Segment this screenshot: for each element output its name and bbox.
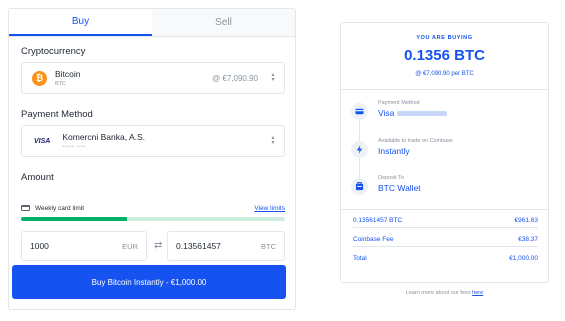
step-text: Payment Method Visa — [378, 100, 448, 118]
lightning-icon — [351, 141, 368, 158]
summary-row-fee: Coinbase Fee €38.37 — [353, 236, 538, 247]
order-summary-panel: YOU ARE BUYING 0.1356 BTC @ €7,090.90 pe… — [340, 22, 549, 283]
tab-sell[interactable]: Sell — [152, 9, 295, 36]
tab-buy[interactable]: Buy — [9, 9, 152, 36]
weekly-limit-label: Weekly card limit — [35, 204, 85, 212]
step-value: BTC Wallet — [378, 183, 421, 193]
amount-label: Amount — [21, 172, 54, 183]
divider — [341, 209, 548, 210]
fees-note-text: Learn more about our fees — [405, 290, 471, 296]
coin-symbol: BTC — [55, 81, 66, 87]
weekly-limit-row: Weekly card limit View limits — [21, 203, 285, 213]
row-label: 0.13561457 BTC — [353, 217, 403, 224]
summary-heading: YOU ARE BUYING — [416, 35, 473, 41]
bank-name: Komercni Banka, A.S. — [62, 132, 146, 142]
fiat-amount-value: 1000 — [30, 241, 49, 251]
cryptocurrency-select[interactable]: ₿ Bitcoin BTC @ €7,090.90 ▴ ▾ — [21, 62, 285, 94]
visa-icon: VISA — [34, 137, 51, 145]
crypto-amount-value: 0.13561457 — [176, 241, 221, 251]
cryptocurrency-label: Cryptocurrency — [21, 46, 86, 57]
tab-bar: Buy Sell — [9, 9, 295, 37]
fees-here-link[interactable]: here — [472, 290, 483, 296]
crypto-currency: BTC — [261, 241, 276, 251]
view-limits-link[interactable]: View limits — [254, 205, 285, 212]
chevron-updown-icon: ▴ ▾ — [271, 135, 275, 146]
step-label: Payment Method — [378, 100, 420, 106]
row-label: Coinbase Fee — [353, 236, 394, 243]
buy-bitcoin-button[interactable]: Buy Bitcoin Instantly - €1,000.00 — [12, 265, 286, 299]
row-value: €961.63 — [514, 217, 539, 224]
limit-progress-bar — [21, 217, 285, 221]
step-deposit-to: Deposit To BTC Wallet — [351, 175, 541, 195]
card-icon — [351, 103, 368, 120]
coin-info: Bitcoin BTC — [55, 69, 81, 87]
step-label: Deposit To — [378, 175, 404, 181]
bitcoin-icon: ₿ — [32, 70, 47, 86]
step-label: Available to trade on Coinbase — [378, 138, 453, 144]
summary-row-crypto: 0.13561457 BTC €961.63 — [353, 217, 538, 228]
summary-row-total: Total €1,000.00 — [353, 255, 538, 265]
step-payment-method: Payment Method Visa — [351, 100, 541, 120]
fiat-currency: EUR — [122, 241, 138, 251]
bank-account-masked: ••••• •••• — [62, 144, 87, 150]
step-text: Deposit To BTC Wallet — [378, 175, 421, 193]
step-value: Instantly — [378, 146, 410, 156]
step-value-text: Visa — [378, 108, 395, 118]
coin-name: Bitcoin — [55, 69, 81, 79]
masked-card-number — [397, 111, 448, 117]
fees-note: Learn more about our fees here — [340, 290, 549, 296]
summary-amount: 0.1356 BTC — [404, 47, 485, 64]
bank-info: Komercni Banka, A.S. ••••• •••• — [62, 132, 145, 150]
step-value: Visa — [378, 108, 448, 118]
coin-price: @ €7,090.90 — [212, 73, 258, 83]
wallet-icon — [351, 178, 368, 195]
payment-method-label: Payment Method — [21, 109, 93, 120]
summary-per-price: @ €7,090.90 per BTC — [415, 71, 474, 77]
limit-progress-fill — [21, 217, 127, 221]
row-value: €1,000.00 — [509, 255, 538, 262]
chevron-updown-icon: ▴ ▾ — [271, 72, 275, 83]
crypto-amount-input[interactable]: 0.13561457 BTC — [167, 231, 285, 261]
swap-icon[interactable]: ⇄ — [154, 240, 162, 251]
payment-method-select[interactable]: VISA Komercni Banka, A.S. ••••• •••• ▴ ▾ — [21, 125, 285, 157]
fiat-amount-input[interactable]: 1000 EUR — [21, 231, 147, 261]
credit-card-icon — [21, 205, 30, 211]
row-value: €38.37 — [518, 236, 538, 243]
step-availability: Available to trade on Coinbase Instantly — [351, 138, 541, 158]
step-text: Available to trade on Coinbase Instantly — [378, 138, 453, 156]
divider — [341, 89, 548, 90]
row-label: Total — [353, 255, 367, 262]
